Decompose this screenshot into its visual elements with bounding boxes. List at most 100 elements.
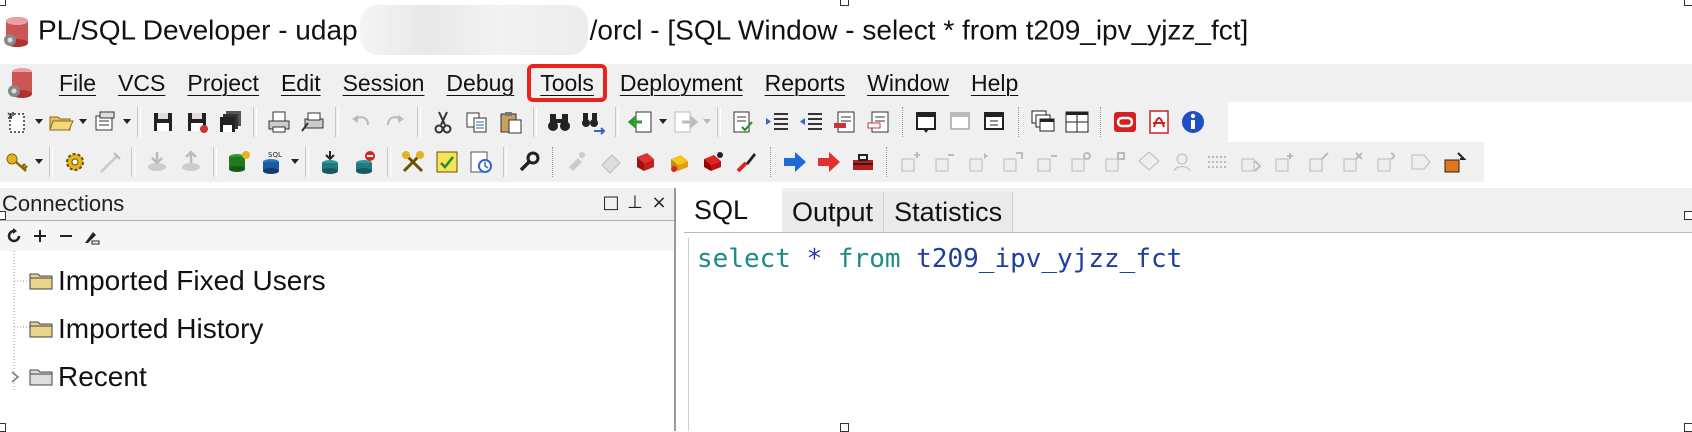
debug-disabled-icon	[561, 146, 593, 178]
yellow-book-icon[interactable]	[663, 146, 695, 178]
pdf-icon[interactable]	[1143, 106, 1175, 138]
tree-item-recent[interactable]: Recent	[0, 353, 674, 401]
sql-editor[interactable]: select * from t209_ipv_yjzz_fct	[688, 238, 1692, 431]
menu-project[interactable]: Project	[176, 66, 270, 100]
database-add-icon[interactable]	[315, 146, 347, 178]
comment-icon[interactable]	[829, 106, 861, 138]
save-all-icon[interactable]	[215, 106, 247, 138]
toolbar-grip[interactable]	[902, 107, 906, 137]
info-icon[interactable]	[1177, 106, 1209, 138]
key-icon[interactable]	[1, 146, 33, 178]
window-tile-icon[interactable]	[979, 106, 1011, 138]
toolbar-grip[interactable]	[552, 147, 556, 177]
cascade-windows-icon[interactable]	[1027, 106, 1059, 138]
unindent-icon[interactable]	[795, 106, 827, 138]
menu-deployment[interactable]: Deployment	[609, 66, 754, 100]
plsql-developer-menu-icon[interactable]	[4, 66, 36, 100]
redo-icon	[379, 106, 411, 138]
cut-icon[interactable]	[427, 106, 459, 138]
database-connect-icon[interactable]	[223, 146, 255, 178]
arrow-right-blue-icon[interactable]	[779, 146, 811, 178]
panel-close-button[interactable]: ×	[650, 192, 668, 214]
object-disabled-icon-11	[1235, 146, 1267, 178]
arrow-right-red-icon[interactable]	[813, 146, 845, 178]
load-dropdown-icon[interactable]	[658, 106, 668, 138]
oracle-icon[interactable]	[1109, 106, 1141, 138]
tab-sql[interactable]: SQL	[684, 188, 782, 232]
toolbox-icon[interactable]	[847, 146, 879, 178]
add-connection-icon[interactable]	[28, 224, 52, 248]
tab-output[interactable]: Output	[782, 192, 885, 232]
reopen-icon[interactable]	[89, 106, 121, 138]
tools-keys-icon[interactable]	[397, 146, 429, 178]
tab-statistics[interactable]: Statistics	[884, 192, 1014, 232]
connections-panel-title: Connections	[2, 191, 125, 216]
object-open-icon[interactable]	[1439, 146, 1471, 178]
wrench-icon[interactable]	[513, 146, 545, 178]
find-next-icon[interactable]	[577, 106, 609, 138]
uncomment-icon[interactable]	[863, 106, 895, 138]
remove-connection-icon[interactable]	[54, 224, 78, 248]
document-check-icon[interactable]	[727, 106, 759, 138]
indent-icon[interactable]	[761, 106, 793, 138]
panel-float-button[interactable]: □	[602, 192, 620, 214]
new-icon[interactable]	[1, 106, 33, 138]
object-disabled-icon-4	[997, 146, 1029, 178]
tile-windows-icon[interactable]	[1061, 106, 1093, 138]
brush-icon[interactable]	[731, 146, 763, 178]
menu-debug[interactable]: Debug	[435, 66, 525, 100]
code-line[interactable]: select * from t209_ipv_yjzz_fct	[689, 238, 1692, 280]
menu-edit[interactable]: Edit	[270, 66, 332, 100]
toolbar-grip[interactable]	[886, 147, 890, 177]
open-folder-icon[interactable]	[45, 106, 77, 138]
toolbar-separator	[533, 107, 537, 137]
sql-database-icon[interactable]: SQL	[257, 146, 289, 178]
menu-tools[interactable]: Tools	[527, 64, 607, 102]
find-binoculars-icon[interactable]	[543, 106, 575, 138]
menu-vcs[interactable]: VCS	[107, 66, 176, 100]
toolbar-grip[interactable]	[770, 147, 774, 177]
gears-icon[interactable]	[59, 146, 91, 178]
tree-item-imported-history[interactable]: Imported History	[0, 305, 674, 353]
load-icon[interactable]	[625, 106, 657, 138]
object-disabled-icon-14	[1337, 146, 1369, 178]
sql-dropdown-icon[interactable]	[290, 146, 300, 178]
tree-item-imported-fixed-users[interactable]: Imported Fixed Users	[0, 257, 674, 305]
report-icon[interactable]	[431, 146, 463, 178]
database-remove-icon[interactable]	[349, 146, 381, 178]
menu-window[interactable]: Window	[856, 66, 960, 100]
paste-icon[interactable]	[495, 106, 527, 138]
print-setup-icon[interactable]	[297, 106, 329, 138]
sql-star: *	[806, 244, 823, 274]
folder-icon	[29, 273, 53, 290]
expand-chevron-icon[interactable]	[8, 370, 22, 384]
resize-handle	[840, 0, 849, 6]
toolbar-separator	[615, 107, 619, 137]
toolbar-grip[interactable]	[1018, 107, 1022, 137]
scheduler-icon[interactable]	[465, 146, 497, 178]
menu-session[interactable]: Session	[332, 66, 436, 100]
edit-connection-icon[interactable]	[80, 224, 104, 248]
red-book-icon[interactable]	[629, 146, 661, 178]
menu-reports[interactable]: Reports	[754, 66, 857, 100]
logon-dropdown-icon[interactable]	[34, 146, 44, 178]
toolbar-separator	[335, 107, 339, 137]
print-icon[interactable]	[263, 106, 295, 138]
save-icon[interactable]	[147, 106, 179, 138]
panel-pin-button[interactable]: ⊥	[626, 192, 644, 214]
red-books-icon[interactable]	[697, 146, 729, 178]
toolbar-grip[interactable]	[1100, 107, 1104, 137]
menu-file[interactable]: File	[48, 66, 107, 100]
open-dropdown-icon[interactable]	[78, 106, 88, 138]
reopen-dropdown-icon[interactable]	[122, 106, 132, 138]
new-dropdown-icon[interactable]	[34, 106, 44, 138]
save-as-icon[interactable]	[181, 106, 213, 138]
resize-handle	[1684, 0, 1692, 6]
sql-window: SQL Output Statistics select * from t209…	[684, 188, 1692, 431]
toolbar-separator	[717, 107, 721, 137]
refresh-icon[interactable]	[2, 224, 26, 248]
menu-help[interactable]: Help	[960, 66, 1029, 100]
window-disabled-icon	[945, 106, 977, 138]
copy-icon[interactable]	[461, 106, 493, 138]
window-list-icon[interactable]	[911, 106, 943, 138]
